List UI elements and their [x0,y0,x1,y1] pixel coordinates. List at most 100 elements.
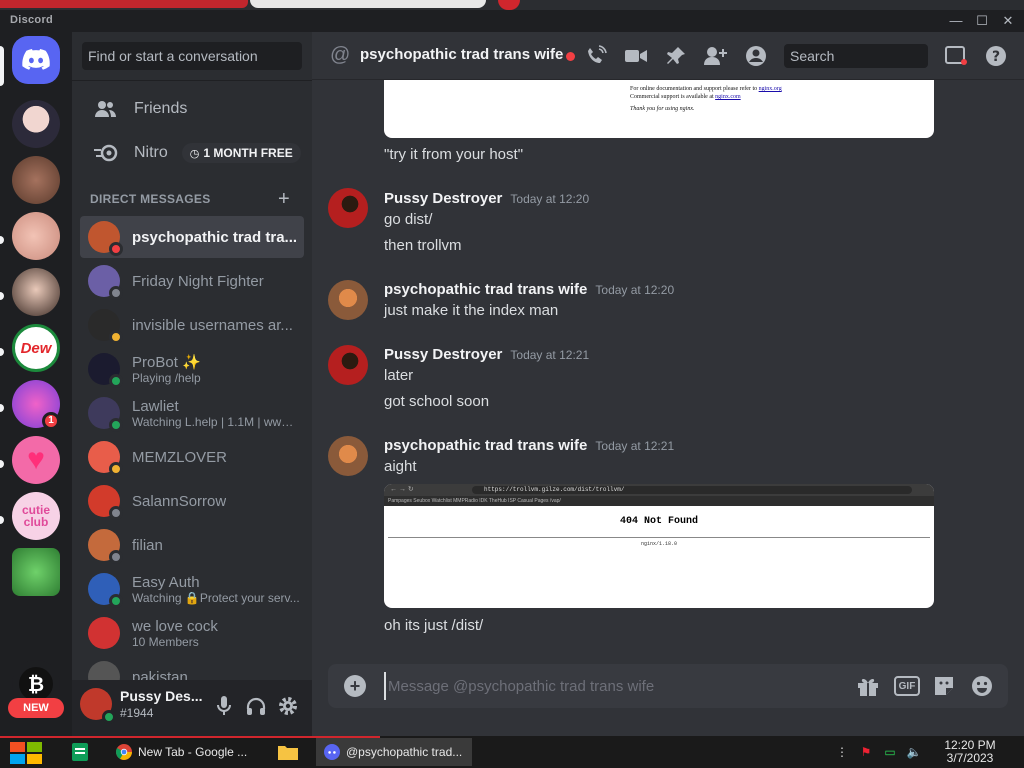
headphones-icon[interactable] [244,694,268,718]
message-list: For online documentation and support ple… [312,80,1024,664]
dm-name: we love cock [132,617,218,635]
dm-text: filian [132,537,163,554]
dm-item[interactable]: we love cock 10 Members [80,612,304,654]
minimize-button[interactable]: — [944,12,968,30]
clock-icon: ◷ [189,147,200,160]
embedded-browser-toolbar: ← → ↻ https://trollvm.gilze.com/dist/tro… [384,484,934,496]
dm-text: we love cock 10 Members [132,618,218,649]
dm-name: ProBot ✨ [132,354,201,371]
close-button[interactable]: ✕ [996,12,1020,30]
flag-icon[interactable]: ⚑ [858,744,874,760]
embedded-bookmarks-bar: Pampages Seubox Watchlist MMPRadio IDK T… [384,496,934,506]
maximize-button[interactable]: ☐ [970,12,994,30]
nginx-embed-image[interactable]: For online documentation and support ple… [384,80,934,138]
message-timestamp: Today at 12:21 [595,439,675,453]
dm-item[interactable]: invisible usernames ar... [80,304,304,346]
unread-indicator [0,460,4,468]
dm-item[interactable]: psychopathic trad tra... [80,216,304,258]
dm-avatar [88,617,120,649]
dm-item[interactable]: Easy Auth Watching 🔒Protect your serv... [80,568,304,610]
dm-item[interactable]: Friday Night Fighter [80,260,304,302]
message-input[interactable] [384,672,804,700]
microphone-icon[interactable] [212,694,236,718]
dm-text: MEMZLOVER [132,449,227,466]
taskbar-spreadsheet-icon[interactable] [70,738,92,766]
new-badge[interactable]: NEW [8,698,64,718]
dm-item[interactable]: ProBot ✨ Playing /help [80,348,304,390]
file-explorer-icon[interactable] [278,738,300,766]
gif-button[interactable]: GIF [894,676,920,696]
sidebar-item-nitro[interactable]: Nitro ◷ 1 MONTH FREE [80,132,304,174]
help-icon[interactable]: ? [984,44,1008,68]
voice-call-icon[interactable] [584,44,608,68]
server-icon-cutieclub[interactable]: cutie club [12,492,60,540]
status-indicator-idle [109,462,123,476]
find-conversation-input[interactable]: Find or start a conversation [82,42,302,70]
message-avatar[interactable] [328,345,368,385]
browser-tab-red[interactable] [0,0,248,8]
status-indicator-online [109,594,123,608]
server-icon-pink[interactable] [12,212,60,260]
gear-icon[interactable] [276,694,300,718]
message-header: psychopathic trad trans wife Today at 12:… [384,437,674,454]
volume-icon[interactable]: 🔈 [906,744,922,760]
gift-icon[interactable] [856,674,880,698]
message-header: psychopathic trad trans wife Today at 12:… [384,281,674,298]
message-avatar[interactable] [328,280,368,320]
header-search-input[interactable]: Search [784,44,928,68]
user-name[interactable]: Pussy Des... [120,688,203,704]
add-friends-to-dm-icon[interactable] [704,44,728,68]
message-author[interactable]: Pussy Destroyer [384,190,502,207]
server-icon-mtndew[interactable]: Dew [12,324,60,372]
status-indicator-online [109,418,123,432]
bitcoin-icon: ₿ [19,667,53,701]
dm-name: Lawliet [132,397,179,415]
dm-item[interactable]: Lawliet Watching L.help | 1.1M | www.l... [80,392,304,434]
user-profile-icon[interactable] [744,44,768,68]
server-icon-brown[interactable] [12,156,60,204]
dm-activity: 10 Members [132,634,199,649]
server-icon-photo[interactable] [12,268,60,316]
nitro-label: Nitro [134,144,168,161]
server-icon-heart[interactable]: ♥ [12,436,60,484]
dm-item[interactable]: SalannSorrow [80,480,304,522]
home-button[interactable] [12,36,60,84]
dm-avatar [88,221,123,256]
pinned-messages-icon[interactable] [664,44,688,68]
dm-item[interactable]: MEMZLOVER [80,436,304,478]
server-rail: Dew 1 ♥ cutie club ₿ NEW [0,32,72,736]
unread-indicator [0,236,4,244]
dm-text: Easy Auth Watching 🔒Protect your serv... [132,574,300,605]
create-dm-plus-icon[interactable]: + [278,188,290,211]
browser-tab-strip [0,0,1024,10]
message-author[interactable]: Pussy Destroyer [384,346,502,363]
system-clock[interactable]: 12:20 PM 3/7/2023 [930,739,1010,765]
dm-text: Lawliet Watching L.help | 1.1M | www.l... [132,398,300,429]
dm-name: invisible usernames ar... [132,316,293,334]
emoji-icon[interactable] [970,674,994,698]
message-avatar[interactable] [328,436,368,476]
server-icon-green[interactable] [12,548,60,596]
tray-overflow-icon[interactable]: ⋮ [834,744,850,760]
message-avatar[interactable] [328,188,368,228]
windows-start-icon[interactable] [10,742,42,764]
taskbar-discord[interactable]: @psychopathic trad... [316,738,472,766]
taskbar-chrome[interactable]: New Tab - Google ... [108,738,264,766]
browser-tab-light[interactable] [250,0,486,8]
message-author[interactable]: psychopathic trad trans wife [384,281,587,298]
search-placeholder: Search [790,48,835,64]
message-author[interactable]: psychopathic trad trans wife [384,437,587,454]
title-bar: Discord — ☐ ✕ [0,10,1024,32]
server-icon-anime[interactable] [12,100,60,148]
video-call-icon[interactable] [624,44,648,68]
network-icon[interactable]: ▭ [882,744,898,760]
dm-activity: Watching 🔒Protect your serv... [132,590,300,605]
nav-arrows-icon: ← → ↻ [390,486,414,493]
sticker-icon[interactable] [932,674,956,698]
dm-item[interactable]: filian [80,524,304,566]
message-text: later [384,367,414,384]
sidebar-item-friends[interactable]: Friends [80,88,304,130]
screenshot-attachment[interactable]: ← → ↻ https://trollvm.gilze.com/dist/tro… [384,484,934,608]
attach-plus-icon[interactable]: + [344,675,366,697]
inbox-icon[interactable] [944,44,968,68]
